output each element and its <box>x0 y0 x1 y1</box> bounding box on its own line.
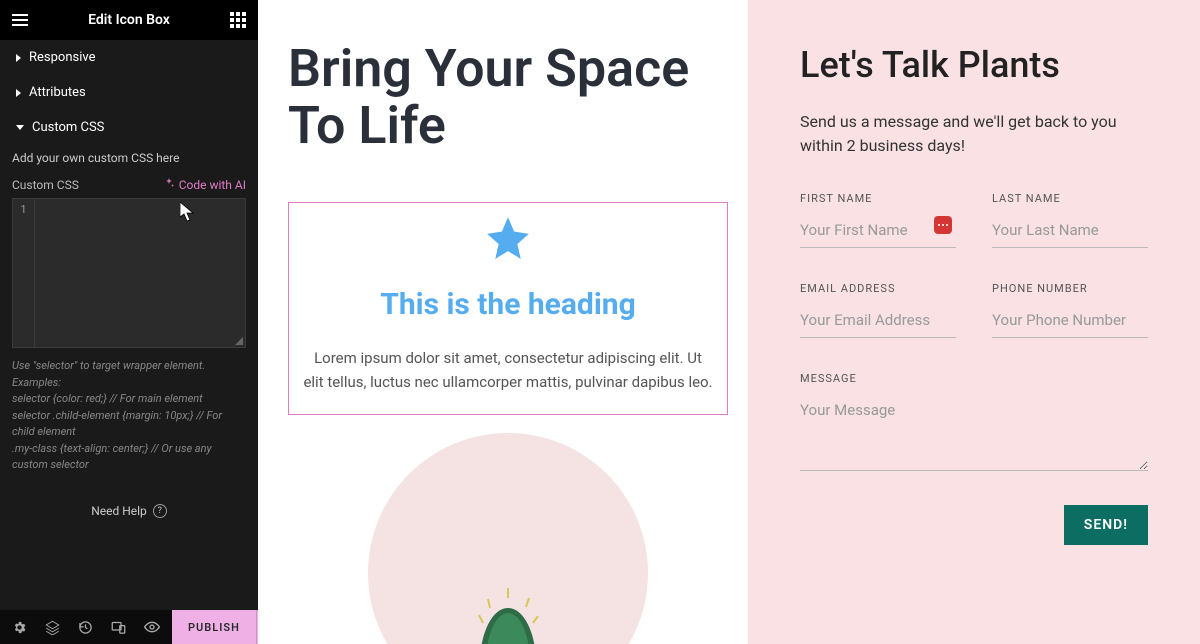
sidebar-header: Edit Icon Box <box>0 0 258 40</box>
custom-css-description: Add your own custom CSS here <box>0 145 258 171</box>
cactus-illustration-icon <box>448 573 568 644</box>
contact-subtitle: Send us a message and we'll get back to … <box>800 110 1148 158</box>
editor-sidebar: Edit Icon Box Responsive Attributes Cust… <box>0 0 258 644</box>
preview-eye-icon[interactable] <box>144 619 160 635</box>
phone-label: PHONE NUMBER <box>992 282 1148 295</box>
page-content: Bring Your Space To Life This is the hea… <box>258 0 748 644</box>
history-icon[interactable] <box>78 620 93 635</box>
contact-form-panel: Let's Talk Plants Send us a message and … <box>748 0 1200 644</box>
message-textarea[interactable] <box>800 397 1148 471</box>
star-icon <box>303 213 713 267</box>
message-label: MESSAGE <box>800 372 1148 385</box>
editor-canvas: Bring Your Space To Life This is the hea… <box>258 0 1200 644</box>
help-question-icon: ? <box>153 504 167 518</box>
need-help-link[interactable]: Need Help ? <box>0 484 258 558</box>
section-responsive[interactable]: Responsive <box>0 40 258 75</box>
icon-box-widget[interactable]: This is the heading Lorem ipsum dolor si… <box>288 202 728 415</box>
need-help-label: Need Help <box>91 504 147 518</box>
code-with-ai-label: Code with AI <box>179 178 246 192</box>
settings-gear-icon[interactable] <box>12 620 27 635</box>
section-label: Attributes <box>29 85 86 100</box>
code-body[interactable] <box>13 199 245 203</box>
responsive-icon[interactable] <box>111 620 126 635</box>
publish-button[interactable]: PUBLISH <box>172 610 256 644</box>
section-custom-css[interactable]: Custom CSS <box>0 110 258 145</box>
password-manager-icon[interactable] <box>934 216 952 234</box>
custom-css-label: Custom CSS <box>12 178 79 192</box>
widget-grid-icon[interactable] <box>230 12 246 28</box>
custom-css-editor[interactable]: 1 <box>12 198 246 348</box>
caret-right-icon <box>16 54 21 62</box>
email-label: EMAIL ADDRESS <box>800 282 956 295</box>
caret-right-icon <box>16 89 21 97</box>
last-name-input[interactable] <box>992 217 1148 248</box>
caret-down-icon <box>16 125 24 130</box>
hamburger-menu-icon[interactable] <box>12 14 28 26</box>
icon-box-heading: This is the heading <box>303 287 713 322</box>
navigator-layers-icon[interactable] <box>45 620 60 635</box>
resize-handle-icon[interactable] <box>235 337 243 345</box>
css-examples-help: Use "selector" to target wrapper element… <box>0 348 258 484</box>
sidebar-title: Edit Icon Box <box>28 12 230 28</box>
section-label: Custom CSS <box>32 120 104 135</box>
sidebar-bottom-bar: PUBLISH <box>0 610 258 644</box>
icon-box-text: Lorem ipsum dolor sit amet, consectetur … <box>303 346 713 394</box>
line-number: 1 <box>20 203 26 216</box>
hero-heading: Bring Your Space To Life <box>288 40 728 154</box>
contact-title: Let's Talk Plants <box>800 44 1148 86</box>
last-name-label: LAST NAME <box>992 192 1148 205</box>
first-name-label: FIRST NAME <box>800 192 956 205</box>
phone-input[interactable] <box>992 307 1148 338</box>
section-label: Responsive <box>29 50 96 65</box>
first-name-input[interactable] <box>800 217 956 248</box>
code-gutter: 1 <box>13 199 35 347</box>
custom-css-label-row: Custom CSS Code with AI <box>0 171 258 198</box>
cactus-image <box>368 433 648 644</box>
code-with-ai-button[interactable]: Code with AI <box>163 177 246 192</box>
send-button[interactable]: SEND! <box>1064 505 1148 545</box>
section-attributes[interactable]: Attributes <box>0 75 258 110</box>
sparkle-icon <box>163 177 175 192</box>
email-input[interactable] <box>800 307 956 338</box>
